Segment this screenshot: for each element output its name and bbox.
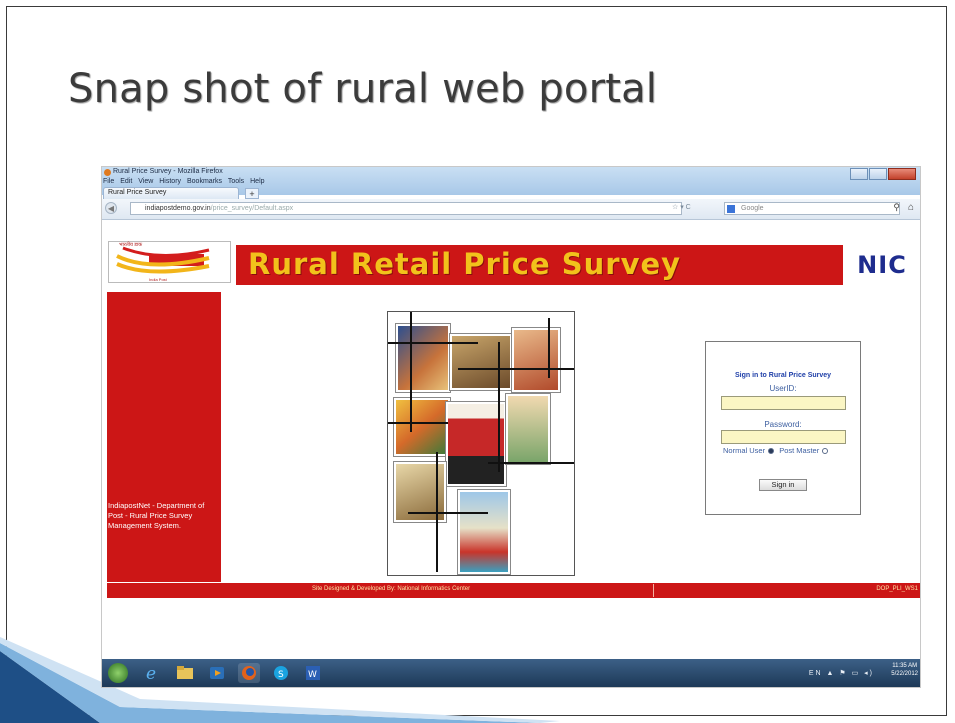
clock-date: 5/22/2012 xyxy=(891,671,918,677)
stamp-collage-image xyxy=(387,311,575,576)
browser-screenshot: Rural Price Survey - Mozilla Firefox Fil… xyxy=(102,167,920,687)
svg-text:W: W xyxy=(308,670,317,680)
india-post-logo: भारतीय डाक India Post xyxy=(108,241,231,283)
title-banner: Rural Retail Price Survey xyxy=(236,245,843,285)
signin-panel: Sign in to Rural Price Survey UserID: Pa… xyxy=(705,341,861,515)
password-label: Password: xyxy=(764,420,802,429)
explorer-icon[interactable] xyxy=(174,663,196,683)
back-button[interactable]: ◀ xyxy=(105,202,117,214)
new-tab-button[interactable]: + xyxy=(245,188,259,199)
menu-file[interactable]: File xyxy=(103,178,114,185)
start-button[interactable] xyxy=(108,663,128,683)
footer-code: DOP_PLI_WS1 xyxy=(876,586,918,592)
media-player-icon[interactable] xyxy=(206,663,228,683)
menu-edit[interactable]: Edit xyxy=(120,178,132,185)
window-controls xyxy=(849,168,916,180)
clock-time: 11:35 AM xyxy=(892,663,918,669)
slide-title: Snap shot of rural web portal xyxy=(68,66,658,112)
userid-label: UserID: xyxy=(769,384,797,393)
tab-rural-price-survey[interactable]: Rural Price Survey xyxy=(103,187,239,199)
normal-user-label: Normal User xyxy=(723,446,766,455)
signin-button[interactable]: Sign in xyxy=(759,479,807,491)
word-icon[interactable]: W xyxy=(302,663,324,683)
footer-credit: Site Designed & Developed By: National I… xyxy=(312,586,471,592)
url-host: indiapostdemo.gov.in xyxy=(145,205,211,212)
menu-bar: File Edit View History Bookmarks Tools H… xyxy=(103,178,269,185)
ie-icon[interactable]: e xyxy=(142,663,164,684)
svg-text:e: e xyxy=(146,664,156,683)
close-button[interactable] xyxy=(888,168,916,180)
post-master-label: Post Master xyxy=(779,446,820,455)
nic-logo: NIC xyxy=(848,245,916,285)
skype-icon[interactable]: S xyxy=(270,663,292,683)
logo-subtitle: India Post xyxy=(149,277,167,282)
reload-icon[interactable]: ☆ ▾ C xyxy=(672,203,691,211)
menu-help[interactable]: Help xyxy=(250,178,264,185)
menu-bookmarks[interactable]: Bookmarks xyxy=(187,178,222,185)
post-master-radio[interactable] xyxy=(822,448,829,455)
tray-icons[interactable]: EN ▲ ⚑ ▭ ◂) xyxy=(809,669,874,677)
menu-view[interactable]: View xyxy=(138,178,153,185)
firefox-icon xyxy=(104,169,111,176)
url-bar[interactable]: indiapostdemo.gov.in/price_survey/Defaul… xyxy=(130,202,682,215)
logo-hindi-text: भारतीय डाक xyxy=(119,242,143,248)
footer-divider xyxy=(653,584,654,597)
page-footer: Site Designed & Developed By: National I… xyxy=(107,583,920,598)
menu-history[interactable]: History xyxy=(159,178,181,185)
india-post-emblem xyxy=(116,246,210,274)
search-placeholder: Google xyxy=(741,205,764,212)
banner-title: Rural Retail Price Survey xyxy=(248,247,682,281)
svg-text:S: S xyxy=(278,670,284,680)
page-header: भारतीय डाक India Post Rural Retail Price… xyxy=(106,239,916,287)
search-input[interactable]: Google xyxy=(724,202,900,215)
home-icon[interactable]: ⌂ xyxy=(908,202,914,213)
maximize-button[interactable] xyxy=(869,168,887,180)
window-title: Rural Price Survey - Mozilla Firefox xyxy=(113,168,223,175)
navigation-bar: ◀ indiapostdemo.gov.in/price_survey/Defa… xyxy=(102,199,920,220)
normal-user-radio[interactable] xyxy=(768,448,775,455)
password-input[interactable] xyxy=(721,430,846,444)
firefox-taskbar-icon[interactable] xyxy=(238,663,260,683)
left-sidebar: IndiapostNet - Department of Post - Rura… xyxy=(107,292,221,582)
signin-title: Sign in to Rural Price Survey xyxy=(734,372,832,379)
windows-taskbar: e S W EN ▲ ⚑ ▭ ◂) 11:35 AM 5/22/2012 xyxy=(102,659,920,687)
user-type-radios: Normal User Post Master xyxy=(723,446,831,455)
minimize-button[interactable] xyxy=(850,168,868,180)
search-icon[interactable]: ⚲ xyxy=(893,202,900,213)
url-path: /price_survey/Default.aspx xyxy=(210,205,294,212)
userid-input[interactable] xyxy=(721,396,846,410)
menu-tools[interactable]: Tools xyxy=(228,178,244,185)
system-clock[interactable]: 11:35 AM 5/22/2012 xyxy=(891,662,918,678)
sidebar-description: IndiapostNet - Department of Post - Rura… xyxy=(108,501,205,530)
google-icon xyxy=(727,205,735,213)
